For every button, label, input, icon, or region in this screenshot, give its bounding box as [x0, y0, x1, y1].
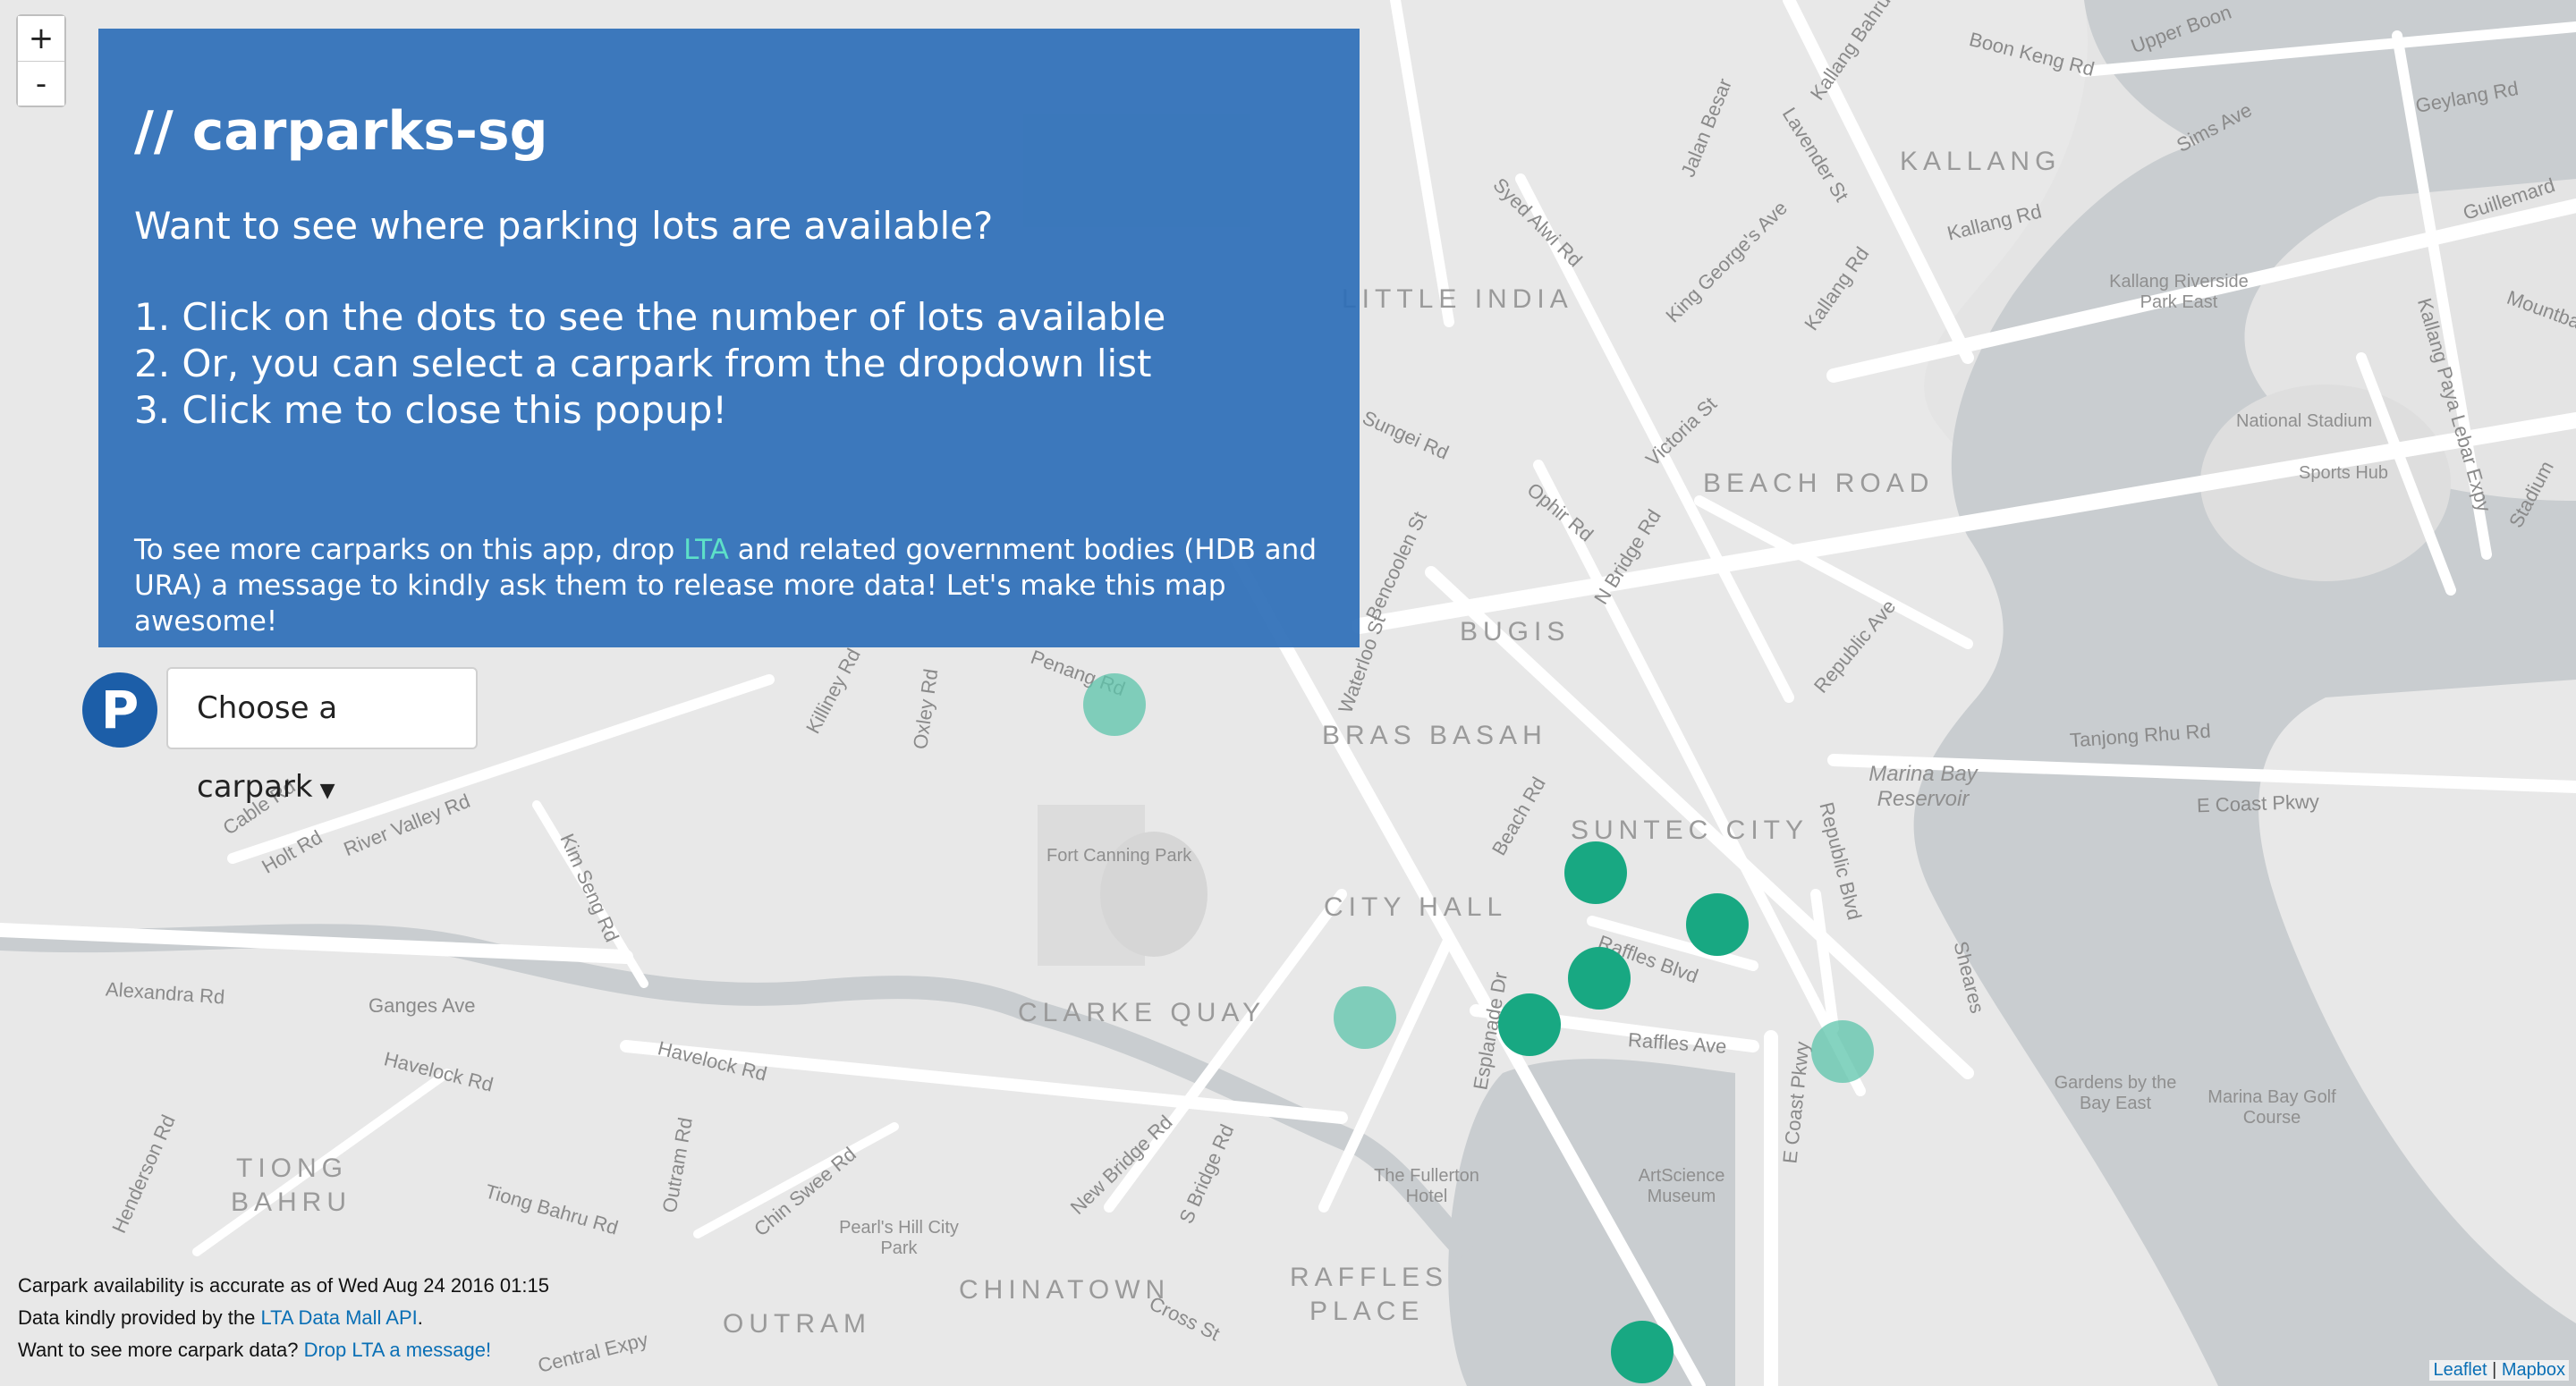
carpark-dropdown-label: Choose a carpark	[197, 690, 338, 805]
more-data-line: Want to see more carpark data? Drop LTA …	[18, 1334, 549, 1366]
data-source-line: Data kindly provided by the LTA Data Mal…	[18, 1302, 549, 1334]
poi-label: Fort Canning Park	[1046, 846, 1192, 866]
poi-label: Pearl's Hill City Park	[839, 1218, 959, 1258]
availability-timestamp: Carpark availability is accurate as of W…	[18, 1274, 549, 1297]
popup-step: 3. Click me to close this popup!	[134, 388, 728, 432]
carpark-dot[interactable]	[1611, 1321, 1674, 1383]
carpark-dot[interactable]	[1686, 893, 1749, 956]
popup-steps: 1. Click on the dots to see the number o…	[134, 294, 1324, 434]
district-label: CITY HALL	[1324, 892, 1508, 922]
district-label: BRAS BASAH	[1322, 721, 1547, 750]
attribution-separator: |	[2492, 1360, 2497, 1380]
district-label: SUNTEC CITY	[1571, 816, 1809, 845]
carpark-dot[interactable]	[1083, 673, 1146, 736]
poi-label: The Fullerton Hotel	[1374, 1166, 1479, 1206]
poi-label: Gardens by the Bay East	[2054, 1073, 2177, 1113]
street-label: Ganges Ave	[369, 994, 476, 1017]
lta-link[interactable]: LTA	[683, 534, 729, 566]
district-label: LITTLE INDIA	[1342, 284, 1573, 314]
district-label: TIONG	[236, 1154, 348, 1183]
district-label: RAFFLES	[1290, 1263, 1449, 1292]
poi-label: Marina Bay Reservoir	[1868, 762, 1978, 811]
district-label: CHINATOWN	[959, 1275, 1171, 1305]
poi-label: National Stadium	[2236, 411, 2373, 431]
mapbox-link[interactable]: Mapbox	[2502, 1360, 2565, 1380]
caret-down-icon: ▼	[319, 780, 335, 802]
parking-icon: P	[82, 672, 157, 748]
carpark-dot[interactable]	[1498, 993, 1561, 1056]
poi-label: Kallang Riverside Park East	[2109, 272, 2249, 312]
carpark-dot[interactable]	[1568, 947, 1631, 1010]
zoom-out-button[interactable]: -	[18, 61, 64, 106]
popup-note-text: To see more carparks on this app, drop	[134, 534, 684, 566]
popup-step: 2. Or, you can select a carpark from the…	[134, 342, 1152, 385]
poi-label: Sports Hub	[2299, 463, 2389, 483]
zoom-in-button[interactable]: +	[18, 16, 64, 61]
drop-lta-message-link[interactable]: Drop LTA a message!	[304, 1339, 492, 1361]
district-label: OUTRAM	[723, 1309, 871, 1339]
district-label: KALLANG	[1900, 147, 2062, 176]
carpark-dropdown[interactable]: Choose a carpark ▼	[166, 667, 478, 805]
district-label: BAHRU	[231, 1187, 352, 1217]
lta-data-mall-link[interactable]: LTA Data Mall API	[261, 1306, 418, 1329]
more-data-text: Want to see more carpark data?	[18, 1339, 304, 1361]
district-label: CLARKE QUAY	[1018, 998, 1267, 1027]
leaflet-link[interactable]: Leaflet	[2433, 1360, 2487, 1380]
popup-question: Want to see where parking lots are avail…	[134, 204, 994, 248]
street-label: E Coast Pkwy	[2196, 790, 2320, 817]
district-label: BEACH ROAD	[1703, 469, 1935, 498]
info-panel: Carpark availability is accurate as of W…	[18, 1270, 549, 1366]
poi-label: ArtScience Museum	[1638, 1166, 1725, 1206]
popup-step: 1. Click on the dots to see the number o…	[134, 295, 1166, 339]
poi-label: Marina Bay Golf Course	[2207, 1087, 2336, 1128]
carpark-dot[interactable]	[1334, 986, 1396, 1049]
district-label: PLACE	[1309, 1297, 1425, 1326]
zoom-control: + -	[16, 14, 66, 107]
carpark-dot[interactable]	[1564, 841, 1627, 904]
popup-title: // carparks-sg	[134, 100, 548, 163]
intro-popup[interactable]: // carparks-sg Want to see where parking…	[98, 29, 1360, 647]
district-label: BUGIS	[1460, 617, 1571, 647]
data-source-text: .	[417, 1306, 423, 1329]
map-attribution: Leaflet | Mapbox	[2429, 1360, 2569, 1381]
popup-note: To see more carparks on this app, drop L…	[134, 532, 1324, 639]
carpark-dot[interactable]	[1811, 1020, 1874, 1083]
data-source-text: Data kindly provided by the	[18, 1306, 261, 1329]
